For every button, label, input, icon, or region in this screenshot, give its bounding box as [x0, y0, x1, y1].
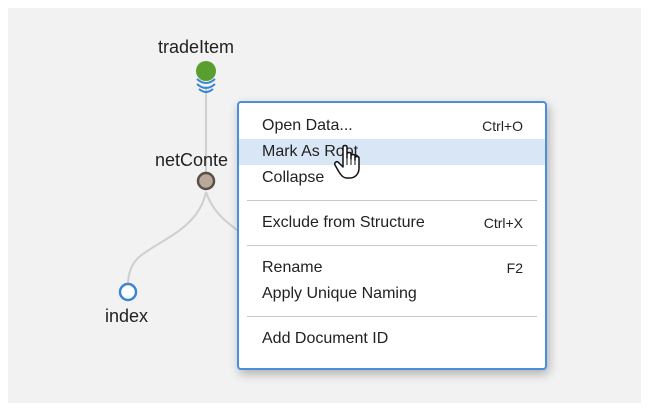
node-leaf[interactable] [118, 282, 138, 302]
menu-item-shortcut: Ctrl+O [482, 118, 523, 134]
menu-item-apply-unique-naming[interactable]: Apply Unique Naming [239, 281, 545, 307]
node-middle[interactable] [196, 171, 216, 191]
menu-item-shortcut: F2 [506, 260, 523, 276]
node-root[interactable] [196, 61, 216, 93]
menu-separator [247, 245, 537, 246]
menu-item-add-document-id[interactable]: Add Document ID [239, 326, 545, 352]
edge-middle-right [205, 191, 238, 231]
root-node-label: tradeItem [158, 37, 235, 57]
hand-pointer-icon [334, 144, 360, 179]
leaf-node-label: index [105, 306, 149, 326]
menu-item-label: Apply Unique Naming [262, 285, 417, 302]
middle-node-circle[interactable] [196, 171, 216, 191]
menu-item-open-data[interactable]: Open Data... Ctrl+O [239, 113, 545, 139]
menu-item-label: Add Document ID [262, 330, 389, 347]
middle-node-label: netConte [155, 150, 229, 170]
menu-item-label: Collapse [262, 169, 325, 186]
edge-middle-leaf [127, 191, 207, 286]
menu-item-label: Rename [262, 259, 323, 276]
menu-item-shortcut: Ctrl+X [483, 215, 523, 231]
menu-item-exclude-from-structure[interactable]: Exclude from Structure Ctrl+X [239, 210, 545, 236]
menu-item-mark-as-root[interactable]: Mark As Root [239, 139, 545, 165]
menu-separator [247, 316, 537, 317]
root-node-circle[interactable] [196, 61, 216, 81]
menu-item-collapse[interactable]: Collapse [239, 165, 545, 191]
menu-item-label: Exclude from Structure [262, 214, 425, 231]
context-menu: Open Data... Ctrl+O Mark As Root Collapse Ex… [237, 101, 547, 370]
leaf-node-circle[interactable] [118, 282, 138, 302]
menu-item-rename[interactable]: Rename F2 [239, 255, 545, 281]
menu-separator [247, 200, 537, 201]
menu-item-label: Open Data... [262, 117, 353, 134]
